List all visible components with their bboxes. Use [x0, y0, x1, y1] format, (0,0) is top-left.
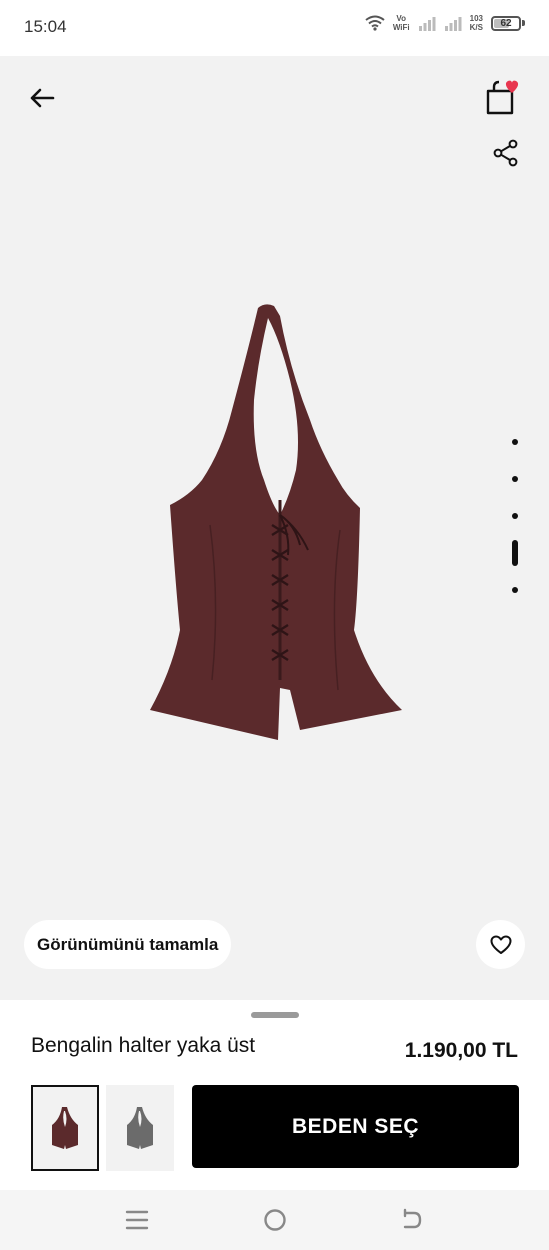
- pager-dot: [512, 476, 518, 482]
- color-variant-gray[interactable]: [106, 1085, 174, 1171]
- nav-menu-button[interactable]: [122, 1205, 152, 1235]
- pager-dot: [512, 513, 518, 519]
- signal-icon: [418, 17, 436, 31]
- gallery-pager: [508, 436, 522, 622]
- network-speed: 103 K/S: [470, 14, 483, 32]
- status-bar: 15:04 Vo WiFi 103 K/S 62: [0, 0, 549, 56]
- network-bottom: WiFi: [392, 23, 410, 32]
- nav-back-button[interactable]: [397, 1205, 427, 1235]
- speed-value: 103: [469, 14, 483, 23]
- vest-thumbnail-gray: [127, 1107, 153, 1149]
- nav-home-button[interactable]: [260, 1205, 290, 1235]
- status-time: 15:04: [24, 17, 67, 36]
- battery-body: 62: [491, 15, 521, 31]
- product-name: Bengalin halter yaka üst: [31, 1034, 256, 1057]
- network-type: Vo WiFi: [393, 14, 410, 32]
- halter-vest-image: [150, 304, 402, 740]
- menu-icon: [125, 1210, 149, 1230]
- sheet-handle[interactable]: [251, 1012, 299, 1018]
- back-button[interactable]: [22, 80, 62, 116]
- select-size-label: BEDEN SEÇ: [291, 1114, 420, 1138]
- arrow-left-icon: [30, 88, 55, 108]
- battery-level: 62: [500, 17, 512, 29]
- network-top: Vo: [396, 14, 407, 23]
- complete-look-label: Görünümünü tamamla: [37, 934, 219, 954]
- status-icons: Vo WiFi 103 K/S 62: [365, 14, 525, 32]
- share-button[interactable]: [486, 133, 526, 173]
- color-variant-burgundy[interactable]: [31, 1085, 99, 1171]
- battery-icon: 62: [491, 15, 525, 31]
- battery-cap: [522, 20, 525, 26]
- heart-outline-icon: [490, 935, 511, 954]
- vest-thumbnail-burgundy: [52, 1107, 78, 1149]
- favorite-button[interactable]: [476, 920, 525, 969]
- speed-unit: K/S: [469, 23, 483, 32]
- cart-button[interactable]: [482, 78, 526, 120]
- select-size-button[interactable]: BEDEN SEÇ: [192, 1085, 519, 1168]
- pager-dot: [512, 587, 518, 593]
- wifi-icon: [365, 15, 385, 31]
- pager-dot-active: [512, 540, 518, 566]
- share-icon: [493, 139, 518, 167]
- back-icon: [403, 1208, 422, 1229]
- pager-dot: [512, 439, 518, 445]
- complete-look-button[interactable]: Görünümünü tamamla: [24, 920, 232, 969]
- product-price: 1.190,00 TL: [404, 1039, 518, 1062]
- home-circle-icon: [264, 1209, 286, 1231]
- signal-icon-2: [444, 17, 462, 31]
- shopping-bag-icon: [486, 80, 519, 115]
